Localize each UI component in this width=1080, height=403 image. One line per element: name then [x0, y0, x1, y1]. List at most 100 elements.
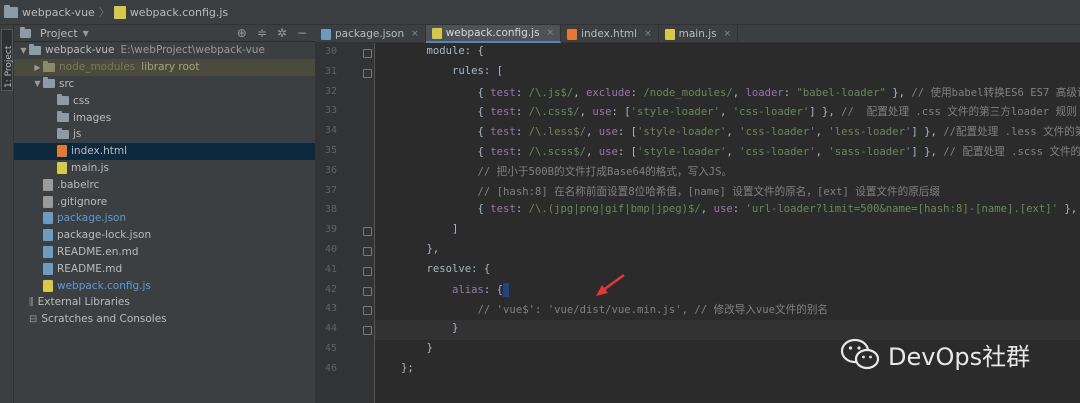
breadcrumb-project[interactable]: webpack-vue	[4, 4, 95, 19]
code-line[interactable]: rules: [	[401, 65, 503, 77]
line-number: 35	[324, 145, 337, 156]
tree-item[interactable]: js	[14, 126, 315, 143]
close-tab-icon[interactable]: ×	[411, 29, 419, 39]
line-number: 33	[324, 105, 337, 117]
tree-item[interactable]: ▶ node_modules library root	[14, 58, 315, 76]
navigation-bar: webpack-vue 〉 webpack.config.js	[0, 0, 1080, 25]
line-number: 31	[324, 65, 337, 77]
line-number: 40	[324, 244, 337, 255]
tree-item[interactable]: ▼ src	[14, 76, 315, 93]
code-line[interactable]: }	[401, 342, 433, 354]
editor-tab[interactable]: webpack.config.js ×	[425, 25, 562, 43]
code-line[interactable]: },	[401, 243, 440, 255]
code-line[interactable]: ]	[401, 223, 458, 235]
fold-marker-icon[interactable]	[363, 227, 372, 237]
tree-item[interactable]: README.md	[14, 260, 315, 277]
project-tool-tab-label: 1: Project	[4, 45, 14, 88]
expand-down-icon[interactable]: ▼	[32, 79, 43, 88]
editor-tab[interactable]: main.js ×	[659, 25, 739, 43]
tree-item[interactable]: images	[14, 109, 315, 126]
editor-tab[interactable]: package.json ×	[315, 25, 426, 43]
collapse-icon[interactable]: ≑	[257, 26, 267, 40]
js-file-icon	[57, 161, 67, 174]
tree-item[interactable]: ⊟ Scratches and Consoles	[14, 311, 315, 328]
tree-item[interactable]: ▼ webpack-vue E:\webProject\webpack-vue	[14, 42, 315, 59]
tree-item[interactable]: main.js	[14, 160, 315, 177]
tree-item[interactable]: index.html	[14, 142, 315, 160]
tree-item-label: README.md	[57, 262, 123, 275]
line-number: 38	[324, 204, 337, 216]
js-file-icon	[43, 279, 53, 292]
tree-item-label: package-lock.json	[57, 229, 152, 242]
code-line[interactable]: module: {	[401, 45, 484, 57]
tree-item[interactable]: package-lock.json	[14, 227, 315, 244]
fold-marker-icon[interactable]	[363, 49, 372, 58]
project-tool-tab[interactable]: 1: Project	[1, 29, 14, 91]
code-line[interactable]: // 把小于500B的文件打成Base64的格式，写入JS。	[401, 164, 733, 179]
fold-marker-icon[interactable]	[363, 286, 372, 296]
tree-item-label: README.en.md	[57, 245, 139, 258]
tree-item-label: js	[73, 128, 82, 141]
code-line[interactable]: resolve: {	[401, 263, 491, 275]
breadcrumb-file[interactable]: webpack.config.js	[113, 5, 228, 19]
tree-item[interactable]: .gitignore	[14, 193, 315, 210]
tree-item[interactable]: webpack.config.js	[14, 277, 315, 294]
tree-item[interactable]: README.en.md	[14, 244, 315, 261]
code-line[interactable]: { test: /\.scss$/, use: ['style-loader',…	[401, 144, 1080, 159]
code-line[interactable]: { test: /\.less$/, use: ['style-loader',…	[401, 124, 1080, 139]
md-file-icon	[43, 262, 53, 275]
project-panel-title[interactable]: Project	[40, 27, 78, 40]
code-line[interactable]: { test: /\.js$/, exclude: /node_modules/…	[401, 85, 1080, 100]
editor-tab-label: webpack.config.js	[445, 27, 540, 39]
close-tab-icon[interactable]: ×	[724, 29, 732, 39]
tree-item-label: images	[73, 111, 112, 124]
chevron-down-icon[interactable]: ▼	[83, 29, 89, 38]
close-tab-icon[interactable]: ×	[644, 29, 652, 39]
fold-marker-icon[interactable]	[363, 266, 372, 276]
hide-icon[interactable]: −	[297, 26, 307, 40]
code-line[interactable]: { test: /\.css$/, use: ['style-loader', …	[401, 104, 1077, 119]
tree-item-label: node_modules	[59, 61, 136, 74]
watermark: DevOps社群	[840, 337, 1030, 372]
editor-tab[interactable]: index.html ×	[561, 25, 659, 43]
expand-right-icon[interactable]: ▶	[32, 63, 43, 72]
fold-marker-icon[interactable]	[363, 326, 372, 336]
fold-marker-icon[interactable]	[363, 306, 372, 316]
code-line[interactable]: { test: /\.(jpg|png|gif|bmp|jpeg)$/, use…	[401, 203, 1078, 215]
code-line[interactable]: // [hash:8] 在名称前面设置8位哈希值，[name] 设置文件的原名，…	[401, 184, 940, 199]
json-file-icon	[321, 28, 331, 40]
code-line[interactable]: // 'vue$': 'vue/dist/vue.min.js', // 修改导…	[401, 302, 828, 317]
locate-icon[interactable]: ⊕	[237, 26, 247, 40]
tree-item-label: css	[73, 94, 90, 107]
line-number: 39	[324, 224, 337, 236]
close-tab-icon[interactable]: ×	[547, 28, 555, 38]
fold-marker-icon[interactable]	[363, 68, 372, 78]
folder-icon	[43, 60, 55, 72]
tree-item-label: webpack.config.js	[57, 279, 151, 292]
editor-tabs: package.json × webpack.config.js × index.htm…	[315, 25, 1080, 43]
fold-marker-icon[interactable]	[363, 247, 372, 256]
project-panel-header: Project ▼ ⊕ ≑ ✲ −	[14, 25, 315, 42]
file-file-icon	[43, 195, 53, 208]
tree-item[interactable]: .babelrc	[14, 176, 315, 193]
line-number: 37	[324, 184, 337, 196]
tree-item-label: index.html	[71, 145, 127, 158]
tree-item[interactable]: ⫼ External Libraries	[14, 294, 315, 311]
code-line[interactable]: }	[401, 322, 458, 334]
tree-item[interactable]: css	[14, 92, 315, 109]
text-cursor	[503, 282, 510, 297]
html-file-icon	[57, 145, 67, 158]
tree-item-label: main.js	[71, 161, 109, 174]
code-line[interactable]: alias: {	[401, 282, 510, 297]
line-number: 44	[324, 323, 337, 335]
line-number: 42	[324, 283, 337, 295]
js-file-icon	[664, 28, 675, 40]
code-line[interactable]: };	[401, 362, 414, 374]
line-number: 45	[324, 343, 337, 354]
file-file-icon	[43, 178, 53, 191]
tree-item[interactable]: package.json	[14, 210, 315, 227]
expand-down-icon[interactable]: ▼	[18, 46, 29, 55]
gear-icon[interactable]: ✲	[277, 26, 287, 40]
json-file-icon	[43, 212, 53, 225]
wechat-icon	[840, 338, 880, 372]
